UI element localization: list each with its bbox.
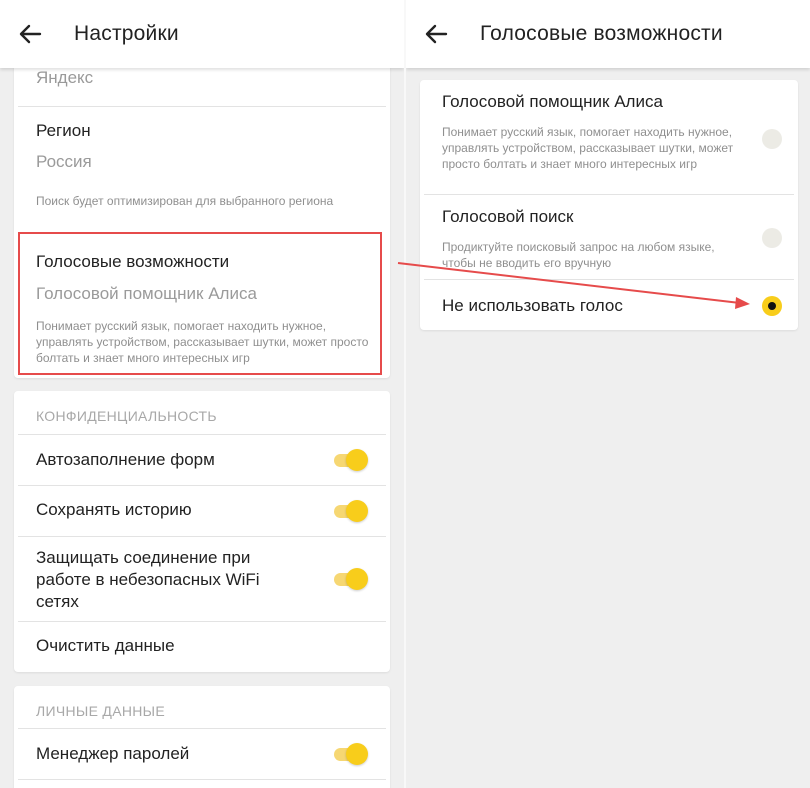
settings-screen: Настройки Яндекс Регион Россия Поиск буд… <box>0 0 404 788</box>
voice-features-setting[interactable]: Голосовые возможности Голосовой помощник… <box>14 238 390 376</box>
voice-option-title: Голосовой помощник Алиса <box>442 92 663 111</box>
personal-data-card: ЛИЧНЫЕ ДАННЫЕ Менеджер паролей <box>14 686 390 788</box>
voice-features-description: Понимает русский язык, помогает находить… <box>36 319 369 365</box>
divider <box>18 779 386 780</box>
autofill-forms-label: Автозаполнение форм <box>36 450 215 469</box>
password-manager-row[interactable]: Менеджер паролей <box>14 729 390 779</box>
personal-section-header: ЛИЧНЫЕ ДАННЫЕ <box>36 703 165 719</box>
privacy-section-header: КОНФИДЕНЦИАЛЬНОСТЬ <box>36 408 217 424</box>
voice-option-description: Понимает русский язык, помогает находить… <box>442 125 734 171</box>
voice-option-title: Голосовой поиск <box>442 207 574 226</box>
voice-option-title: Не использовать голос <box>442 296 623 315</box>
voice-option-search-radio[interactable] <box>762 228 782 248</box>
search-engine-value: Яндекс <box>36 68 94 87</box>
voice-features-header: Голосовые возможности <box>406 0 810 68</box>
password-manager-label: Менеджер паролей <box>36 744 190 763</box>
autofill-forms-row[interactable]: Автозаполнение форм <box>14 435 390 485</box>
arrow-left-icon[interactable] <box>422 20 450 48</box>
general-settings-card: Яндекс Регион Россия Поиск будет оптимиз… <box>14 50 390 378</box>
privacy-card: КОНФИДЕНЦИАЛЬНОСТЬ Автозаполнение форм С… <box>14 391 390 672</box>
voice-option-alice-radio[interactable] <box>762 129 782 149</box>
region-description: Поиск будет оптимизирован для выбранного… <box>36 194 334 208</box>
arrow-left-icon[interactable] <box>16 20 44 48</box>
voice-option-search[interactable]: Голосовой поиск Продиктуйте поисковый за… <box>420 195 798 279</box>
region-title: Регион <box>36 121 91 140</box>
voice-features-value: Голосовой помощник Алиса <box>36 284 257 303</box>
save-history-row[interactable]: Сохранять историю <box>14 486 390 536</box>
autofill-forms-toggle[interactable] <box>332 449 368 471</box>
voice-options-card: Голосовой помощник Алиса Понимает русски… <box>420 80 798 330</box>
secure-wifi-row[interactable]: Защищать соединение при работе в небезоп… <box>14 537 390 621</box>
voice-option-none-radio[interactable] <box>762 296 782 316</box>
region-value: Россия <box>36 152 92 171</box>
secure-wifi-toggle[interactable] <box>332 568 368 590</box>
voice-option-alice[interactable]: Голосовой помощник Алиса Понимает русски… <box>420 80 798 194</box>
save-history-label: Сохранять историю <box>36 500 192 519</box>
secure-wifi-label: Защищать соединение при работе в небезоп… <box>36 548 260 611</box>
clear-data-label: Очистить данные <box>36 636 175 655</box>
clear-data-row[interactable]: Очистить данные <box>14 622 390 672</box>
page-title: Голосовые возможности <box>480 22 723 45</box>
voice-option-none[interactable]: Не использовать голос <box>420 280 798 330</box>
voice-option-description: Продиктуйте поисковый запрос на любом яз… <box>442 240 715 270</box>
voice-features-screen: Голосовые возможности Голосовой помощник… <box>406 0 810 788</box>
voice-features-title: Голосовые возможности <box>36 252 230 271</box>
save-history-toggle[interactable] <box>332 500 368 522</box>
region-setting[interactable]: Регион Россия Поиск будет оптимизирован … <box>14 107 390 227</box>
page-title: Настройки <box>74 22 179 45</box>
settings-header: Настройки <box>0 0 404 68</box>
password-manager-toggle[interactable] <box>332 743 368 765</box>
